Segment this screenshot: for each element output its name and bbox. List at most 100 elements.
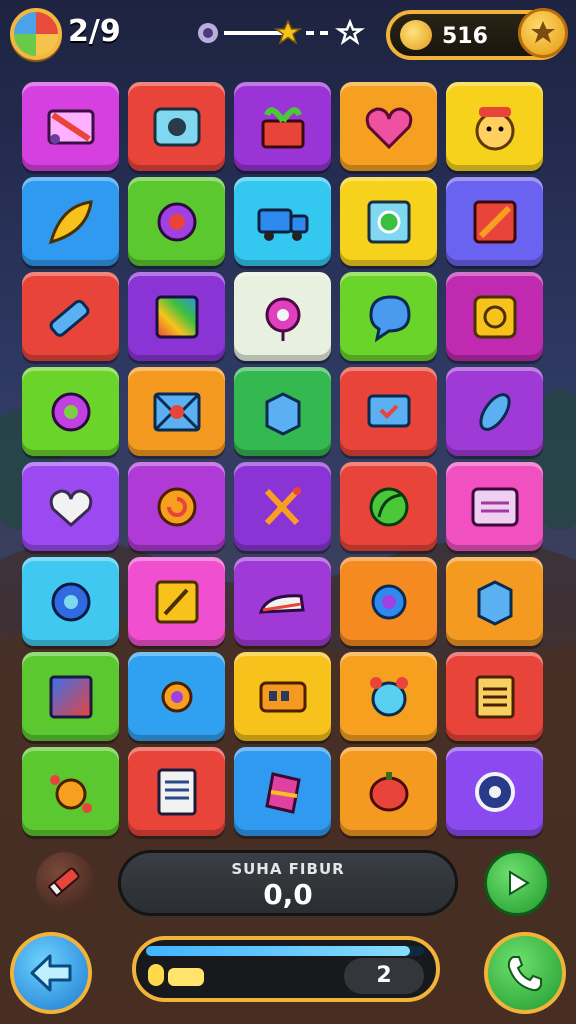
gift-basket-icon (261, 106, 304, 148)
pencil-icon (47, 867, 80, 898)
level-counter: 2/9 (68, 14, 121, 49)
energy-track (146, 946, 424, 956)
critter-icon (49, 774, 92, 813)
wand-icon (264, 486, 301, 525)
vault-icon (474, 771, 515, 812)
grid-tile[interactable] (446, 177, 543, 266)
grid-tile[interactable] (340, 367, 437, 456)
score-label: SUHA FIBUR (231, 860, 345, 878)
note-star-icon (155, 580, 198, 623)
cube-icon (477, 579, 512, 626)
pencil-button[interactable] (36, 852, 94, 910)
candy-icon (157, 487, 196, 526)
grid-tile[interactable] (340, 747, 437, 836)
grid-tile[interactable] (22, 557, 119, 646)
grid-tile[interactable] (446, 462, 543, 551)
list-card-icon (475, 675, 514, 718)
grid-tile[interactable] (340, 177, 437, 266)
grid-tile[interactable] (340, 272, 437, 361)
grid-tile[interactable] (340, 82, 437, 171)
leaf-icon (48, 199, 93, 244)
grid-tile[interactable] (234, 557, 331, 646)
toolbox-icon (47, 109, 94, 144)
brush-icon (49, 299, 89, 337)
grid-tile[interactable] (22, 82, 119, 171)
grid-tile[interactable] (128, 272, 225, 361)
level-orb-icon[interactable] (10, 8, 62, 60)
star-badge-icon[interactable] (518, 8, 568, 58)
rainbow-card-icon (155, 295, 198, 338)
grid-tile[interactable] (128, 652, 225, 741)
star-progress-track (198, 18, 366, 46)
grid-tile[interactable] (340, 652, 437, 741)
grid-tile[interactable] (128, 82, 225, 171)
target-icon (367, 200, 410, 243)
grid-tile[interactable] (234, 82, 331, 171)
grid-tile[interactable] (234, 747, 331, 836)
heart-card-icon (367, 394, 410, 427)
document-icon (157, 768, 196, 815)
grid-tile[interactable] (22, 367, 119, 456)
grid-tile[interactable] (22, 462, 119, 551)
cog-icon (51, 582, 90, 621)
arrow-icon (473, 200, 516, 243)
play-button[interactable] (484, 850, 550, 916)
grid-tile[interactable] (128, 557, 225, 646)
camera-icon (153, 107, 200, 146)
bear-icon (369, 676, 408, 716)
envelope-icon (153, 392, 200, 431)
grid-tile[interactable] (446, 367, 543, 456)
phone-icon (507, 956, 542, 992)
progress-line (224, 31, 285, 35)
grid-tile[interactable] (22, 652, 119, 741)
grid-tile[interactable] (234, 272, 331, 361)
grid-tile[interactable] (446, 272, 543, 361)
heart-icon (365, 106, 412, 149)
radio-icon (259, 681, 306, 712)
coin-counter[interactable]: 516 (386, 8, 568, 60)
energy-dot-icon (148, 964, 164, 986)
grid-tile[interactable] (128, 367, 225, 456)
grid-tile[interactable] (446, 557, 543, 646)
grid-tile[interactable] (446, 747, 543, 836)
grid-tile[interactable] (234, 367, 331, 456)
grid-tile[interactable] (128, 177, 225, 266)
energy-pill-icon (168, 968, 204, 986)
window-icon (471, 487, 518, 526)
grid-tile[interactable] (234, 177, 331, 266)
sun-icon (161, 681, 192, 712)
coin-value: 516 (442, 24, 488, 49)
grid-tile[interactable] (128, 747, 225, 836)
call-button[interactable] (484, 932, 566, 1014)
top-bar: 2/9 516 (0, 0, 576, 72)
pumpkin-icon (369, 771, 408, 811)
leaf-badge-icon (369, 487, 408, 526)
energy-count: 2 (344, 958, 424, 994)
grid-tile[interactable] (340, 462, 437, 551)
truck-icon (257, 208, 308, 241)
grid-tile[interactable] (22, 177, 119, 266)
grid-tile[interactable] (446, 652, 543, 741)
score-panel: SUHA FIBUR 0,0 (118, 850, 458, 916)
grid-tile[interactable] (446, 82, 543, 171)
donut-icon (265, 297, 300, 341)
grid-tile[interactable] (22, 272, 119, 361)
tile-grid (22, 82, 556, 842)
grid-tile[interactable] (340, 557, 437, 646)
gear-icon (157, 202, 196, 241)
cloud-heart-icon (49, 488, 92, 527)
grid-tile[interactable] (234, 652, 331, 741)
sun-gear-icon (371, 584, 406, 619)
energy-fill (146, 946, 411, 956)
energy-bar: 2 (132, 936, 440, 1002)
score-value: 0,0 (263, 878, 313, 911)
cat-face-icon (475, 106, 514, 150)
play-icon (509, 870, 530, 896)
candy-bag-icon (264, 771, 301, 814)
grid-tile[interactable] (234, 462, 331, 551)
chat-bubble-icon (368, 294, 411, 342)
back-button[interactable] (10, 932, 92, 1014)
outline-star-icon (334, 18, 366, 46)
grid-tile[interactable] (128, 462, 225, 551)
grid-tile[interactable] (22, 747, 119, 836)
